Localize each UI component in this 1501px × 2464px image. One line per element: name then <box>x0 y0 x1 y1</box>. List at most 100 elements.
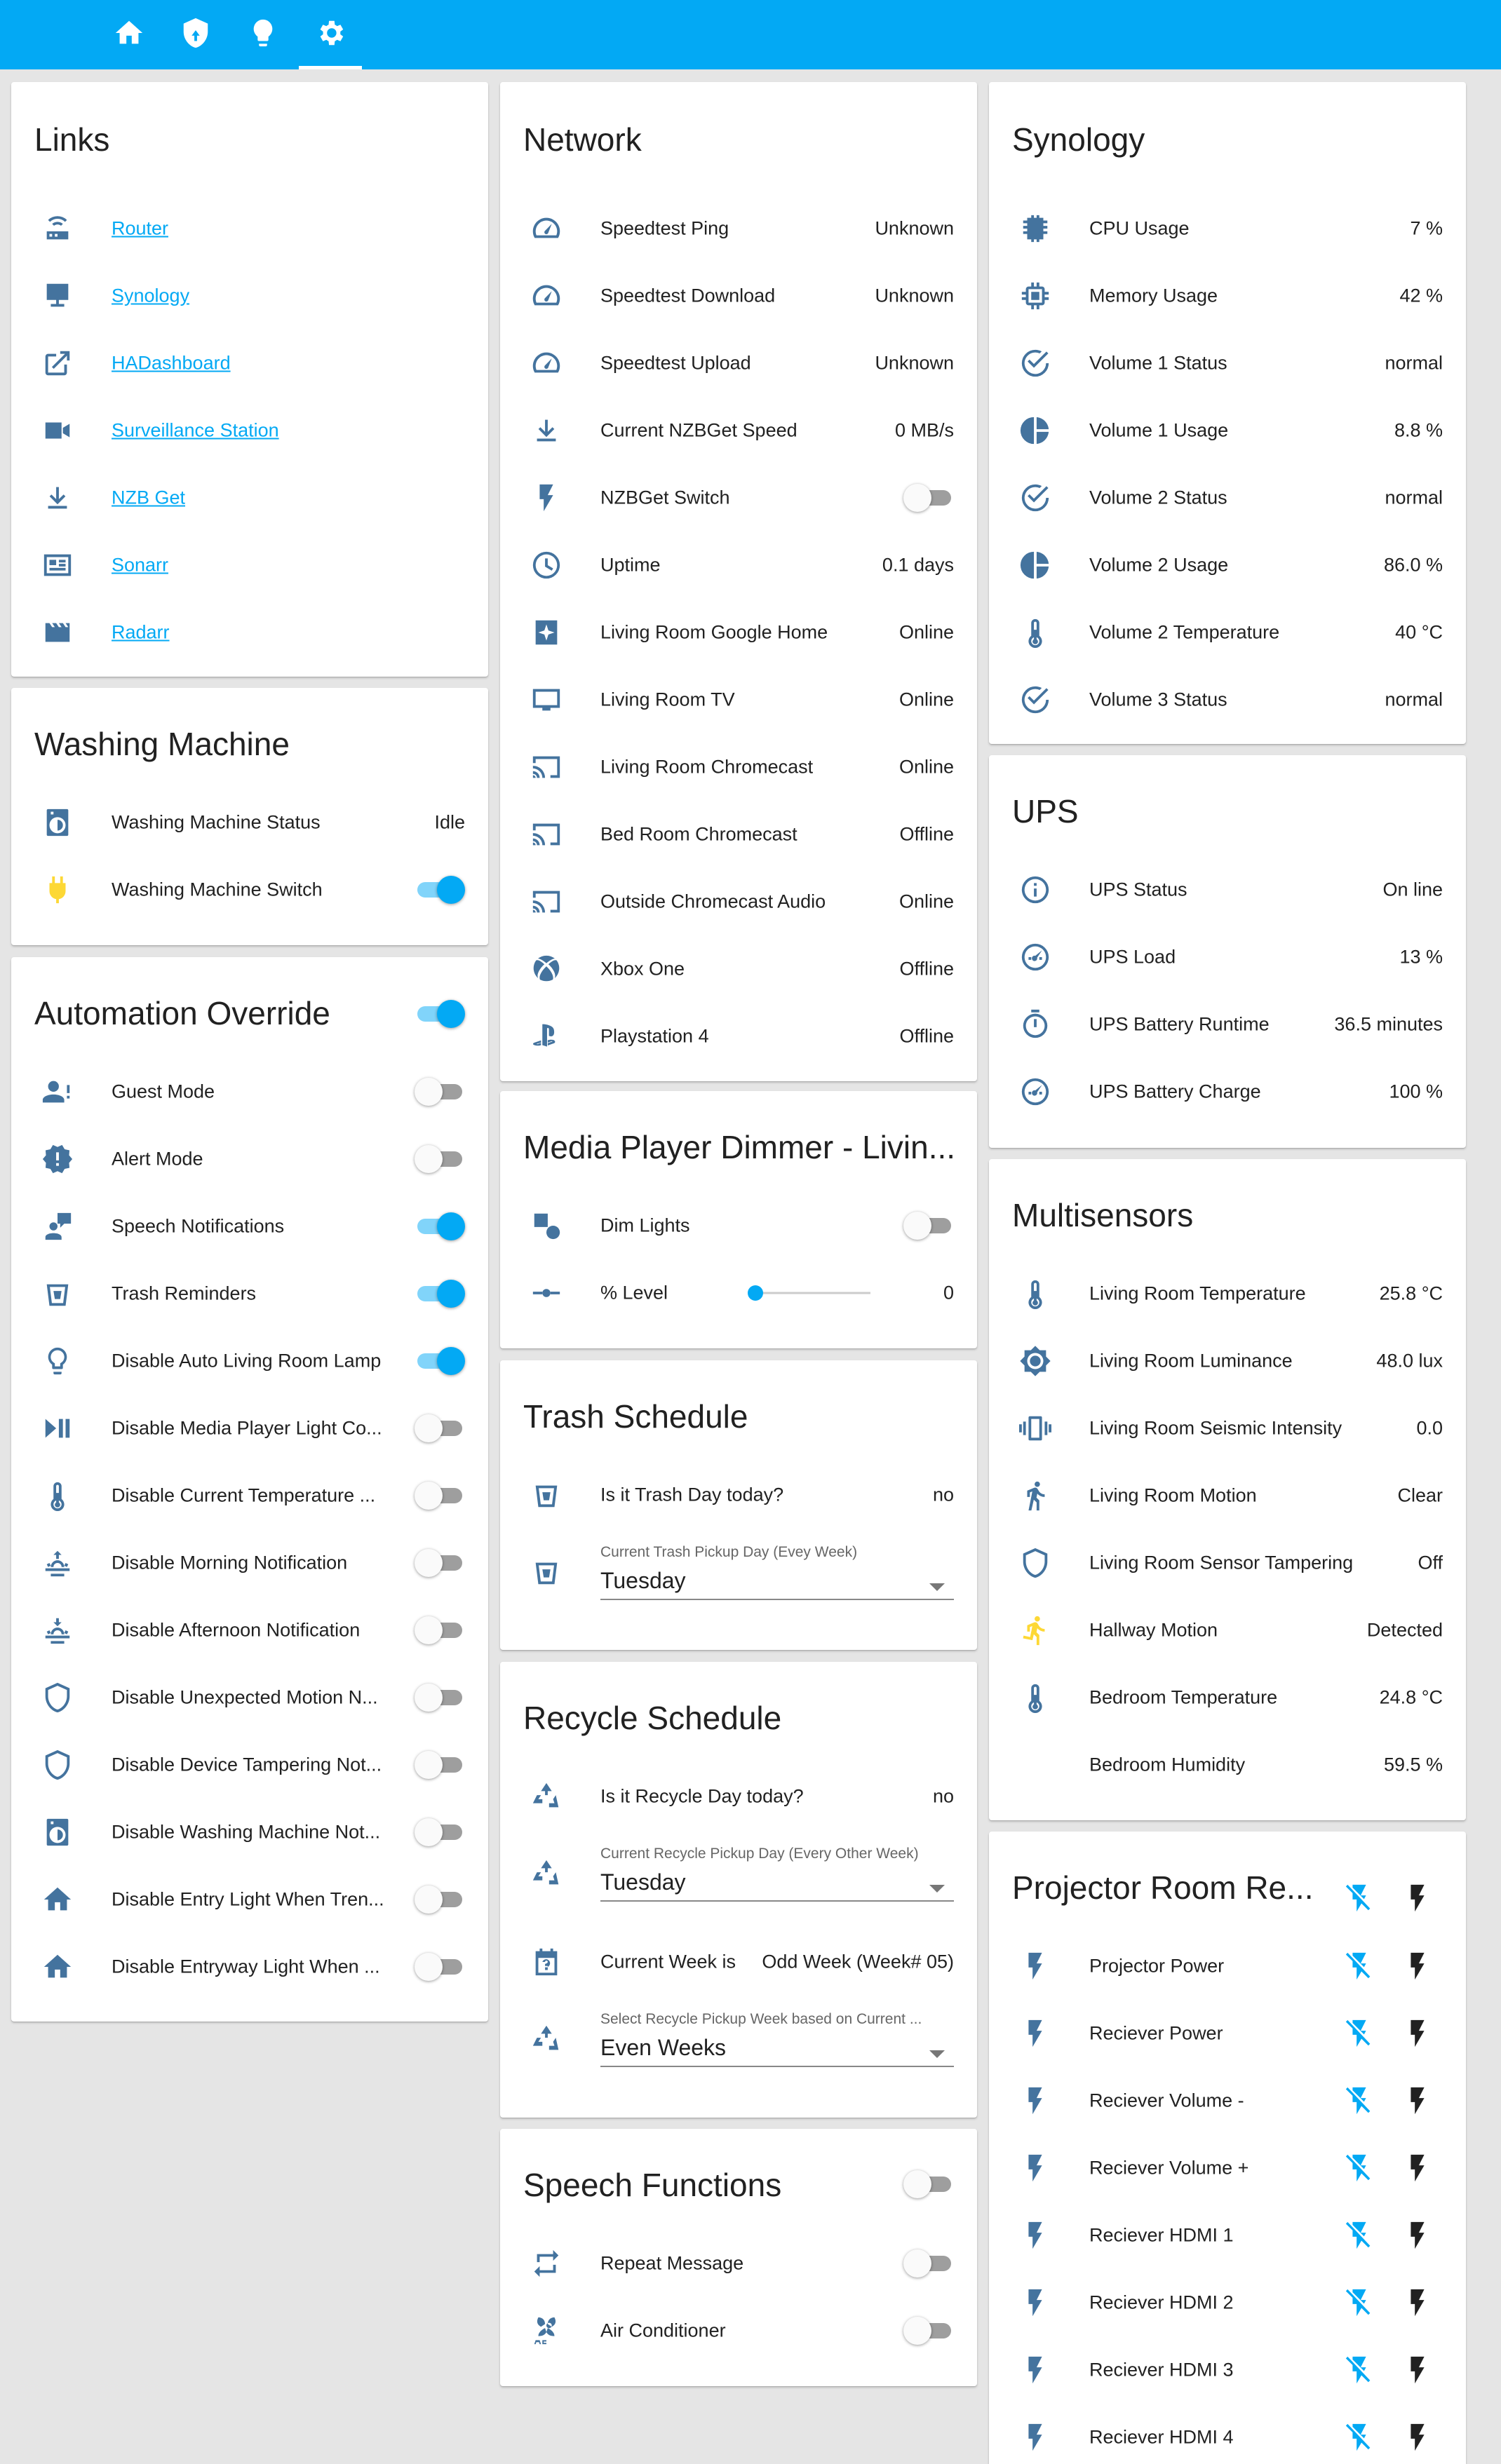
toggle-switch[interactable] <box>415 1078 465 1106</box>
select-value[interactable]: Even Weeks <box>600 2035 726 2061</box>
entity-row[interactable]: Current Week is Odd Week (Week# 05) <box>500 1928 977 1996</box>
flash-on-button[interactable] <box>1401 2354 1434 2386</box>
entity-row[interactable]: Bed Room Chromecast Offline <box>500 801 977 868</box>
entity-row[interactable]: Living Room Sensor Tampering Off <box>989 1529 1466 1597</box>
toggle-switch[interactable] <box>415 1414 465 1442</box>
toggle-switch[interactable] <box>415 1953 465 1981</box>
entity-row[interactable]: Bedroom Humidity 59.5 % <box>989 1731 1466 1799</box>
toggle-switch[interactable] <box>415 1212 465 1240</box>
select-row[interactable]: Select Recycle Pickup Week based on Curr… <box>500 1996 977 2087</box>
entity-row[interactable]: Disable Washing Machine Not... <box>11 1799 488 1866</box>
toggle-switch[interactable] <box>903 2249 954 2277</box>
flash-off-button[interactable] <box>1343 2152 1375 2184</box>
entity-row[interactable]: Living Room TV Online <box>500 666 977 733</box>
flash-off-button[interactable] <box>1343 2085 1375 2117</box>
card-header-toggle[interactable] <box>415 1000 465 1028</box>
entity-row[interactable]: Xbox One Offline <box>500 935 977 1003</box>
entity-row[interactable]: Dim Lights <box>500 1192 977 1259</box>
entity-row[interactable]: Hallway Motion Detected <box>989 1597 1466 1664</box>
entity-row[interactable]: UPS Battery Charge 100 % <box>989 1058 1466 1125</box>
entity-row[interactable]: % Level 0 <box>500 1259 977 1327</box>
link-radarr[interactable]: Radarr <box>112 622 170 644</box>
entity-row[interactable]: Living Room Google Home Online <box>500 599 977 666</box>
entity-row[interactable]: Volume 2 Usage 86.0 % <box>989 532 1466 599</box>
entity-row[interactable]: Alert Mode <box>11 1125 488 1193</box>
toggle-switch[interactable] <box>903 1212 954 1240</box>
entity-row[interactable]: Uptime 0.1 days <box>500 532 977 599</box>
flash-off-button[interactable] <box>1343 1882 1375 1914</box>
entity-row[interactable]: Trash Reminders <box>11 1260 488 1327</box>
entity-row[interactable]: Washing Machine Status Idle <box>11 789 488 856</box>
tab-security[interactable] <box>164 0 227 69</box>
flash-off-button[interactable] <box>1343 2287 1375 2319</box>
entity-row[interactable]: Disable Media Player Light Co... <box>11 1395 488 1462</box>
entity-row[interactable]: Living Room Chromecast Online <box>500 733 977 801</box>
entity-row[interactable]: Living Room Luminance 48.0 lux <box>989 1327 1466 1395</box>
entity-row[interactable]: Playstation 4 Offline <box>500 1003 977 1070</box>
entity-row[interactable]: Repeat Message <box>500 2230 977 2297</box>
entity-row[interactable]: Volume 1 Usage 8.8 % <box>989 397 1466 464</box>
link-row[interactable]: HADashboard <box>11 330 488 397</box>
entity-row[interactable]: Disable Device Tampering Not... <box>11 1731 488 1799</box>
chevron-down-icon[interactable] <box>929 1885 945 1893</box>
link-synology[interactable]: Synology <box>112 285 189 307</box>
toggle-switch[interactable] <box>415 1684 465 1712</box>
flash-on-button[interactable] <box>1401 2219 1434 2252</box>
entity-row[interactable]: UPS Load 13 % <box>989 923 1466 991</box>
select-row[interactable]: Current Recycle Pickup Day (Every Other … <box>500 1830 977 1921</box>
chevron-down-icon[interactable] <box>929 1583 945 1591</box>
entity-row[interactable]: Disable Entry Light When Tren... <box>11 1866 488 1933</box>
flash-on-button[interactable] <box>1401 1882 1434 1914</box>
entity-row[interactable]: Disable Unexpected Motion N... <box>11 1664 488 1731</box>
slider-handle[interactable] <box>748 1285 763 1301</box>
entity-row[interactable]: NZBGet Switch <box>500 464 977 532</box>
toggle-switch[interactable] <box>903 484 954 512</box>
link-row[interactable]: Router <box>11 195 488 262</box>
entity-row[interactable]: Is it Trash Day today? no <box>500 1461 977 1529</box>
entity-row[interactable]: Living Room Motion Clear <box>989 1462 1466 1529</box>
flash-off-button[interactable] <box>1343 2421 1375 2453</box>
entity-row[interactable]: Disable Afternoon Notification <box>11 1597 488 1664</box>
entity-row[interactable]: Living Room Seismic Intensity 0.0 <box>989 1395 1466 1462</box>
entity-row[interactable]: Memory Usage 42 % <box>989 262 1466 330</box>
link-router[interactable]: Router <box>112 218 168 240</box>
entity-row[interactable]: Outside Chromecast Audio Online <box>500 868 977 935</box>
toggle-switch[interactable] <box>415 1751 465 1779</box>
link-hadashboard[interactable]: HADashboard <box>112 353 231 374</box>
toggle-switch[interactable] <box>415 1280 465 1308</box>
toggle-switch[interactable] <box>415 1886 465 1914</box>
select-value[interactable]: Tuesday <box>600 1568 686 1594</box>
entity-row[interactable]: Bedroom Temperature 24.8 °C <box>989 1664 1466 1731</box>
toggle-switch[interactable] <box>415 1347 465 1375</box>
link-row[interactable]: Sonarr <box>11 532 488 599</box>
chevron-down-icon[interactable] <box>929 2050 945 2058</box>
toggle-switch[interactable] <box>415 876 465 904</box>
entity-row[interactable]: Current NZBGet Speed 0 MB/s <box>500 397 977 464</box>
link-row[interactable]: Radarr <box>11 599 488 666</box>
entity-row[interactable]: UPS Status On line <box>989 856 1466 923</box>
flash-on-button[interactable] <box>1401 2152 1434 2184</box>
flash-off-button[interactable] <box>1343 2017 1375 2050</box>
select-row[interactable]: Current Trash Pickup Day (Evey Week) Tue… <box>500 1529 977 1620</box>
entity-row[interactable]: UPS Battery Runtime 36.5 minutes <box>989 991 1466 1058</box>
flash-on-button[interactable] <box>1401 2287 1434 2319</box>
entity-row[interactable]: CPU Usage 7 % <box>989 195 1466 262</box>
entity-row[interactable]: Disable Entryway Light When ... <box>11 1933 488 2001</box>
link-row[interactable]: Synology <box>11 262 488 330</box>
toggle-switch[interactable] <box>903 2317 954 2345</box>
entity-row[interactable]: Air Conditioner <box>500 2297 977 2364</box>
toggle-switch[interactable] <box>415 1616 465 1644</box>
link-surveillance-station[interactable]: Surveillance Station <box>112 420 279 442</box>
entity-row[interactable]: Volume 2 Temperature 40 °C <box>989 599 1466 666</box>
entity-row[interactable]: Speech Notifications <box>11 1193 488 1260</box>
entity-row[interactable]: Washing Machine Switch <box>11 856 488 923</box>
entity-row[interactable]: Speedtest Download Unknown <box>500 262 977 330</box>
link-nzb-get[interactable]: NZB Get <box>112 487 185 509</box>
tab-home[interactable] <box>97 0 161 69</box>
link-row[interactable]: Surveillance Station <box>11 397 488 464</box>
entity-row[interactable]: Disable Current Temperature ... <box>11 1462 488 1529</box>
entity-row[interactable]: Volume 3 Status normal <box>989 666 1466 733</box>
flash-off-button[interactable] <box>1343 2219 1375 2252</box>
flash-on-button[interactable] <box>1401 1950 1434 1982</box>
flash-on-button[interactable] <box>1401 2421 1434 2453</box>
